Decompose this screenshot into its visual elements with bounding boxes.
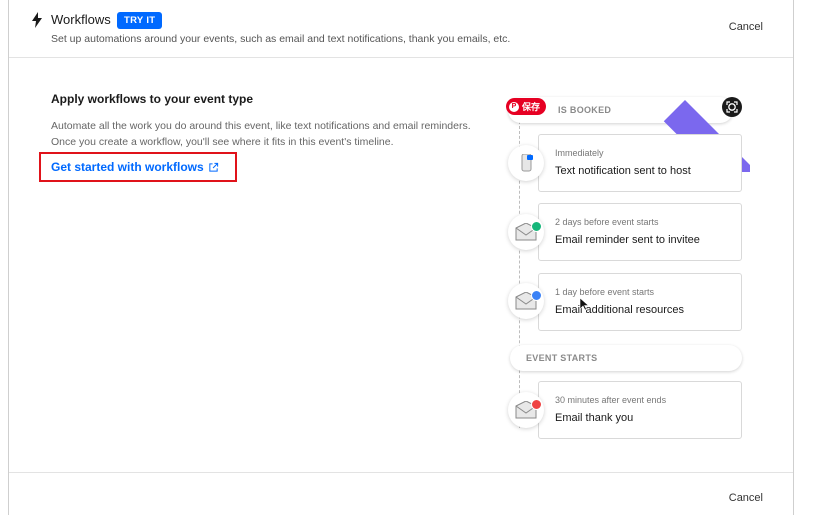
external-link-icon bbox=[209, 162, 218, 172]
modal-title: Workflows bbox=[51, 12, 111, 27]
get-started-label: Get started with workflows bbox=[51, 160, 204, 174]
pinterest-save-button[interactable]: P 保存 bbox=[506, 98, 547, 115]
step-when: 30 minutes after event ends bbox=[555, 395, 667, 405]
timeline-card-email-reminder: 2 days before event starts Email reminde… bbox=[538, 203, 742, 261]
step-when: 2 days before event starts bbox=[555, 217, 659, 227]
event-starts-pill: EVENT STARTS bbox=[510, 345, 742, 371]
cancel-button-top[interactable]: Cancel bbox=[729, 21, 763, 33]
description-line-1: Automate all the work you do around this… bbox=[51, 120, 471, 132]
step-what: Email additional resources bbox=[555, 304, 685, 316]
section-title: Apply workflows to your event type bbox=[51, 92, 254, 106]
get-started-link[interactable]: Get started with workflows bbox=[51, 160, 219, 174]
envelope-icon bbox=[508, 283, 544, 319]
pinterest-icon: P bbox=[509, 101, 519, 112]
lightning-bolt-icon bbox=[32, 12, 42, 28]
envelope-icon bbox=[508, 392, 544, 428]
description-line-2: Once you create a workflow, you'll see w… bbox=[51, 136, 394, 148]
try-it-badge[interactable]: TRY IT bbox=[117, 12, 163, 29]
save-label: 保存 bbox=[522, 102, 541, 112]
section-description: Automate all the work you do around this… bbox=[51, 118, 511, 150]
step-when: 1 day before event starts bbox=[555, 287, 655, 297]
envelope-icon bbox=[508, 214, 544, 250]
step-when: Immediately bbox=[555, 148, 604, 158]
footer-divider bbox=[9, 472, 793, 473]
example-timeline: IS BOOKED P 保存 Example Workflows Immedia… bbox=[500, 92, 750, 452]
event-starts-label: EVENT STARTS bbox=[526, 353, 598, 363]
step-what: Email thank you bbox=[555, 412, 634, 424]
modal-header: Workflows TRY IT Set up automations arou… bbox=[9, 0, 793, 58]
link-badge-icon bbox=[531, 290, 542, 301]
lens-icon[interactable] bbox=[722, 97, 742, 117]
heart-badge-icon bbox=[531, 399, 542, 410]
step-what: Email reminder sent to invitee bbox=[555, 234, 700, 246]
timeline-card-email-thanks: 30 minutes after event ends Email thank … bbox=[538, 381, 742, 439]
timeline-card-text-host: Immediately Text notification sent to ho… bbox=[538, 134, 742, 192]
is-booked-label: IS BOOKED bbox=[558, 105, 612, 115]
timeline-card-email-resources: 1 day before event starts Email addition… bbox=[538, 273, 742, 331]
step-what: Text notification sent to host bbox=[555, 165, 691, 177]
mouse-cursor-icon bbox=[580, 298, 589, 311]
cancel-button-bottom[interactable]: Cancel bbox=[729, 492, 763, 504]
clock-badge-icon bbox=[531, 221, 542, 232]
phone-icon bbox=[508, 145, 544, 181]
modal-subtitle: Set up automations around your events, s… bbox=[51, 33, 511, 45]
